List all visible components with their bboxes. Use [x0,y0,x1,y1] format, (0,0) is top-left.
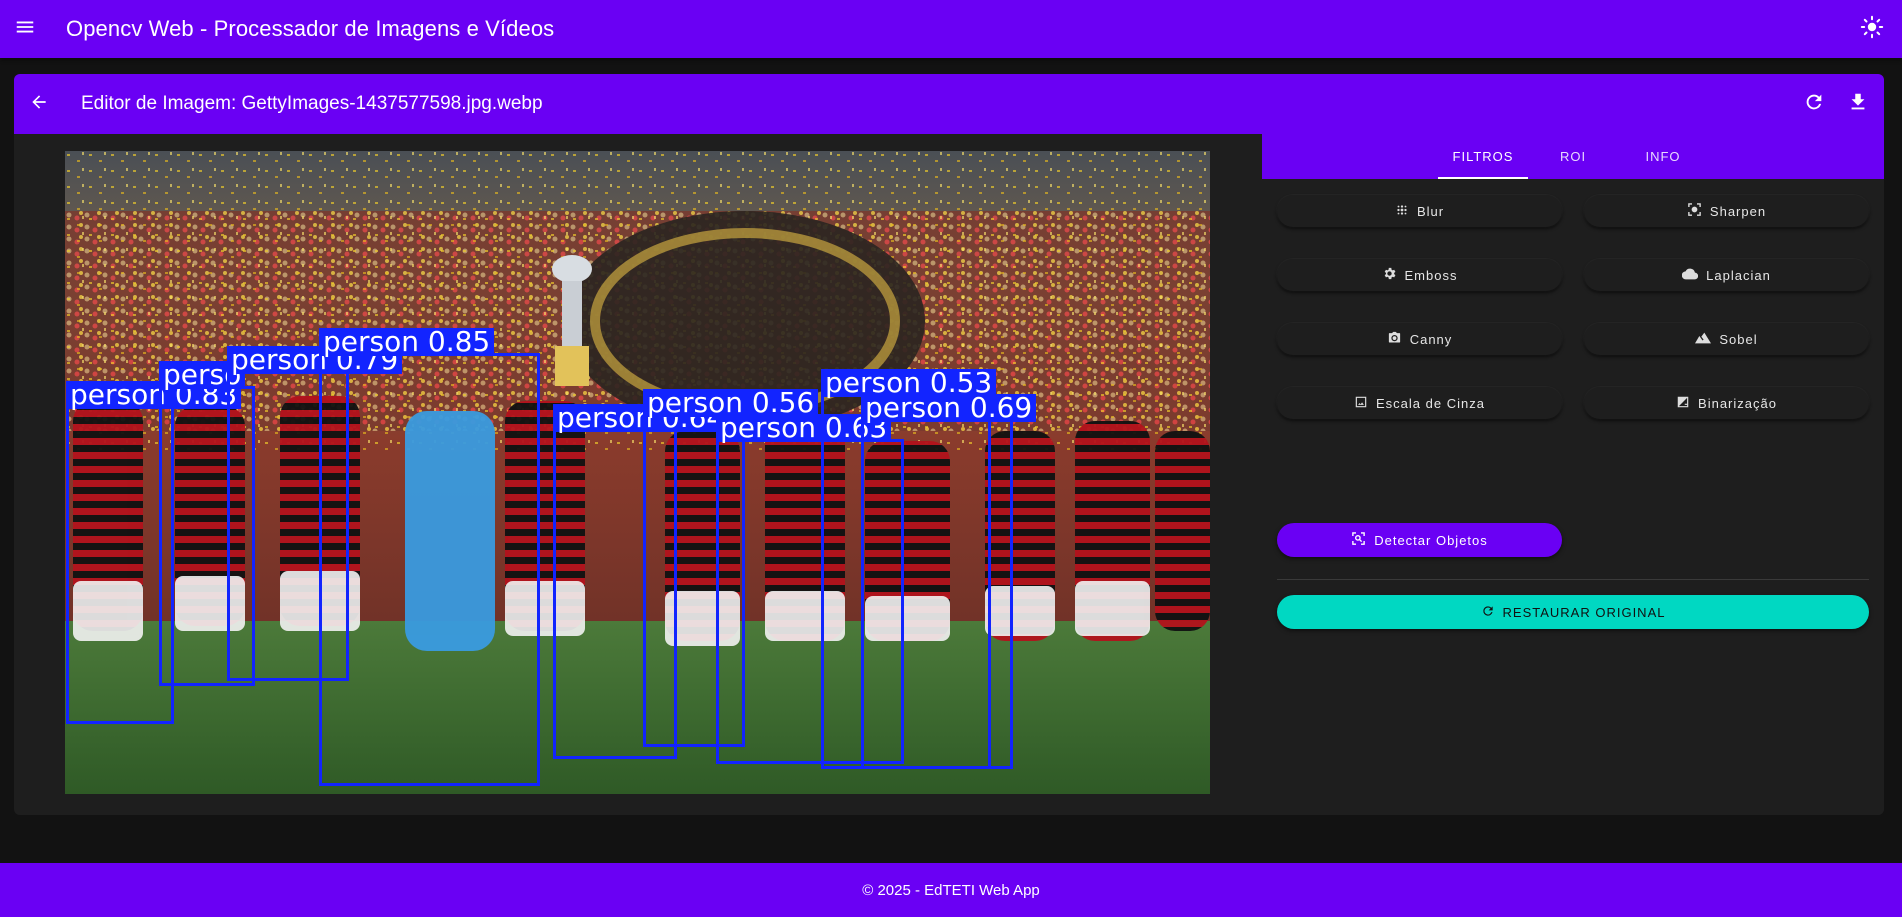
tab-roi[interactable]: ROI [1528,134,1618,179]
refresh-button[interactable] [1794,84,1834,124]
filter-binarization-button[interactable]: Binarização [1584,387,1869,419]
filter-sobel-label: Sobel [1719,331,1758,347]
restore-icon [1481,604,1495,621]
filter-sharpen-label: Sharpen [1709,203,1767,219]
filter-canny-button[interactable]: Canny [1277,323,1562,355]
download-button[interactable] [1838,84,1878,124]
focus-icon [1687,202,1702,220]
filter-laplacian-label: Laplacian [1706,267,1771,283]
camera-icon [1387,330,1402,348]
filter-blur-label: Blur [1416,203,1445,219]
contrast-icon [1676,395,1690,412]
restore-original-label: RESTAURAR ORIGINAL [1502,604,1666,620]
menu-button[interactable] [0,0,50,58]
detection-label: person 0.85 [319,328,495,356]
panel-tabs: FILTROS ROI INFO [1262,134,1884,179]
detect-objects-button[interactable]: Detectar Objetos [1277,523,1562,557]
sun-icon [1860,15,1884,44]
filter-binarization-label: Binarização [1698,395,1777,411]
tab-filtros[interactable]: FILTROS [1438,134,1528,179]
tools-panel: FILTROS ROI INFO Blur Sharpen Emboss Lap… [1262,134,1884,815]
cloud-icon [1681,267,1699,284]
editor-title: Editor de Imagem: GettyImages-1437577598… [81,93,543,114]
filter-laplacian-button[interactable]: Laplacian [1584,259,1869,291]
detect-objects-label: Detectar Objetos [1374,532,1488,548]
filter-emboss-label: Emboss [1404,267,1458,283]
detection-label: person 0.69 [861,394,1037,422]
app-bar: Opencv Web - Processador de Imagens e Ví… [0,0,1902,58]
filter-grayscale-button[interactable]: Escala de Cinza [1277,387,1562,419]
detection-box [319,353,540,786]
footer-text: © 2025 - EdTETI Web App [862,881,1040,899]
editor-toolbar: Editor de Imagem: GettyImages-1437577598… [14,74,1884,134]
gear-icon [1382,266,1397,284]
arrow-left-icon [29,92,49,117]
footer: © 2025 - EdTETI Web App [0,863,1902,917]
restore-original-button[interactable]: RESTAURAR ORIGINAL [1277,595,1869,629]
tab-info[interactable]: INFO [1618,134,1708,179]
image-canvas[interactable]: person 0.83 perso person 0.79 person 0.85 pe… [65,151,1210,794]
blur-icon [1395,203,1409,220]
menu-icon [14,16,36,43]
editor-card: Editor de Imagem: GettyImages-1437577598… [14,74,1884,815]
filter-blur-button[interactable]: Blur [1277,195,1562,227]
refresh-icon [1803,91,1825,118]
filter-emboss-button[interactable]: Emboss [1277,259,1562,291]
download-icon [1847,91,1869,118]
mountain-icon [1695,332,1712,347]
theme-toggle-button[interactable] [1852,9,1892,49]
filter-grayscale-label: Escala de Cinza [1376,395,1485,411]
filter-canny-label: Canny [1409,331,1453,347]
filter-sobel-button[interactable]: Sobel [1584,323,1869,355]
app-title: Opencv Web - Processador de Imagens e Ví… [66,16,555,41]
back-button[interactable] [14,74,64,134]
scan-icon [1351,531,1366,549]
filter-sharpen-button[interactable]: Sharpen [1584,195,1869,227]
detection-box [861,419,1013,769]
image-icon [1354,395,1368,412]
detection-box [66,406,174,724]
panel-divider [1277,579,1869,580]
